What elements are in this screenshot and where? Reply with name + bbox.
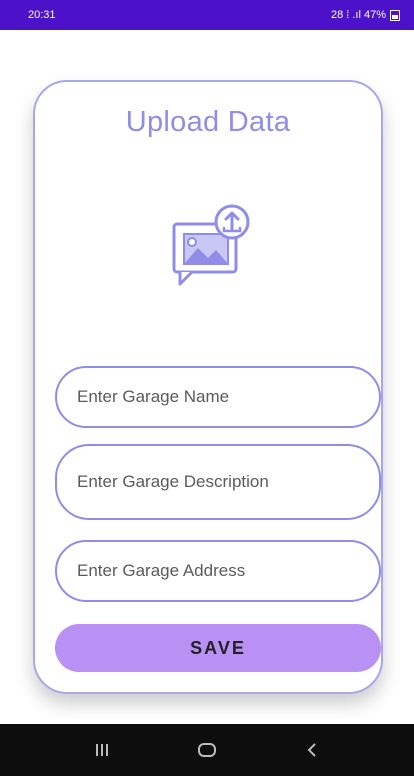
image-upload-icon	[172, 204, 250, 286]
garage-description-input[interactable]	[75, 471, 379, 493]
garage-address-field[interactable]	[55, 540, 381, 602]
status-indicators: 28 ⁞ .ıl 47%	[331, 9, 400, 21]
recent-apps-icon	[96, 744, 109, 756]
status-bar: 20:31 28 ⁞ .ıl 47%	[0, 0, 414, 30]
page-title: Upload Data	[125, 106, 291, 138]
garage-name-input[interactable]	[75, 386, 379, 408]
save-button[interactable]: SAVE	[55, 624, 381, 672]
garage-address-input[interactable]	[75, 560, 379, 582]
back-icon	[307, 743, 316, 757]
recent-apps-button[interactable]	[82, 735, 122, 765]
home-button[interactable]	[187, 735, 227, 765]
home-icon	[197, 743, 216, 757]
upload-card: Upload Data SAVE	[33, 80, 383, 694]
garage-description-field[interactable]	[55, 444, 381, 520]
garage-name-field[interactable]	[55, 366, 381, 428]
status-indicators-text: 28 ⁞ .ıl 47%	[330, 9, 386, 21]
status-time: 20:31	[28, 9, 56, 21]
battery-icon	[390, 9, 400, 21]
back-button[interactable]	[292, 735, 332, 765]
system-nav-bar	[0, 724, 414, 776]
